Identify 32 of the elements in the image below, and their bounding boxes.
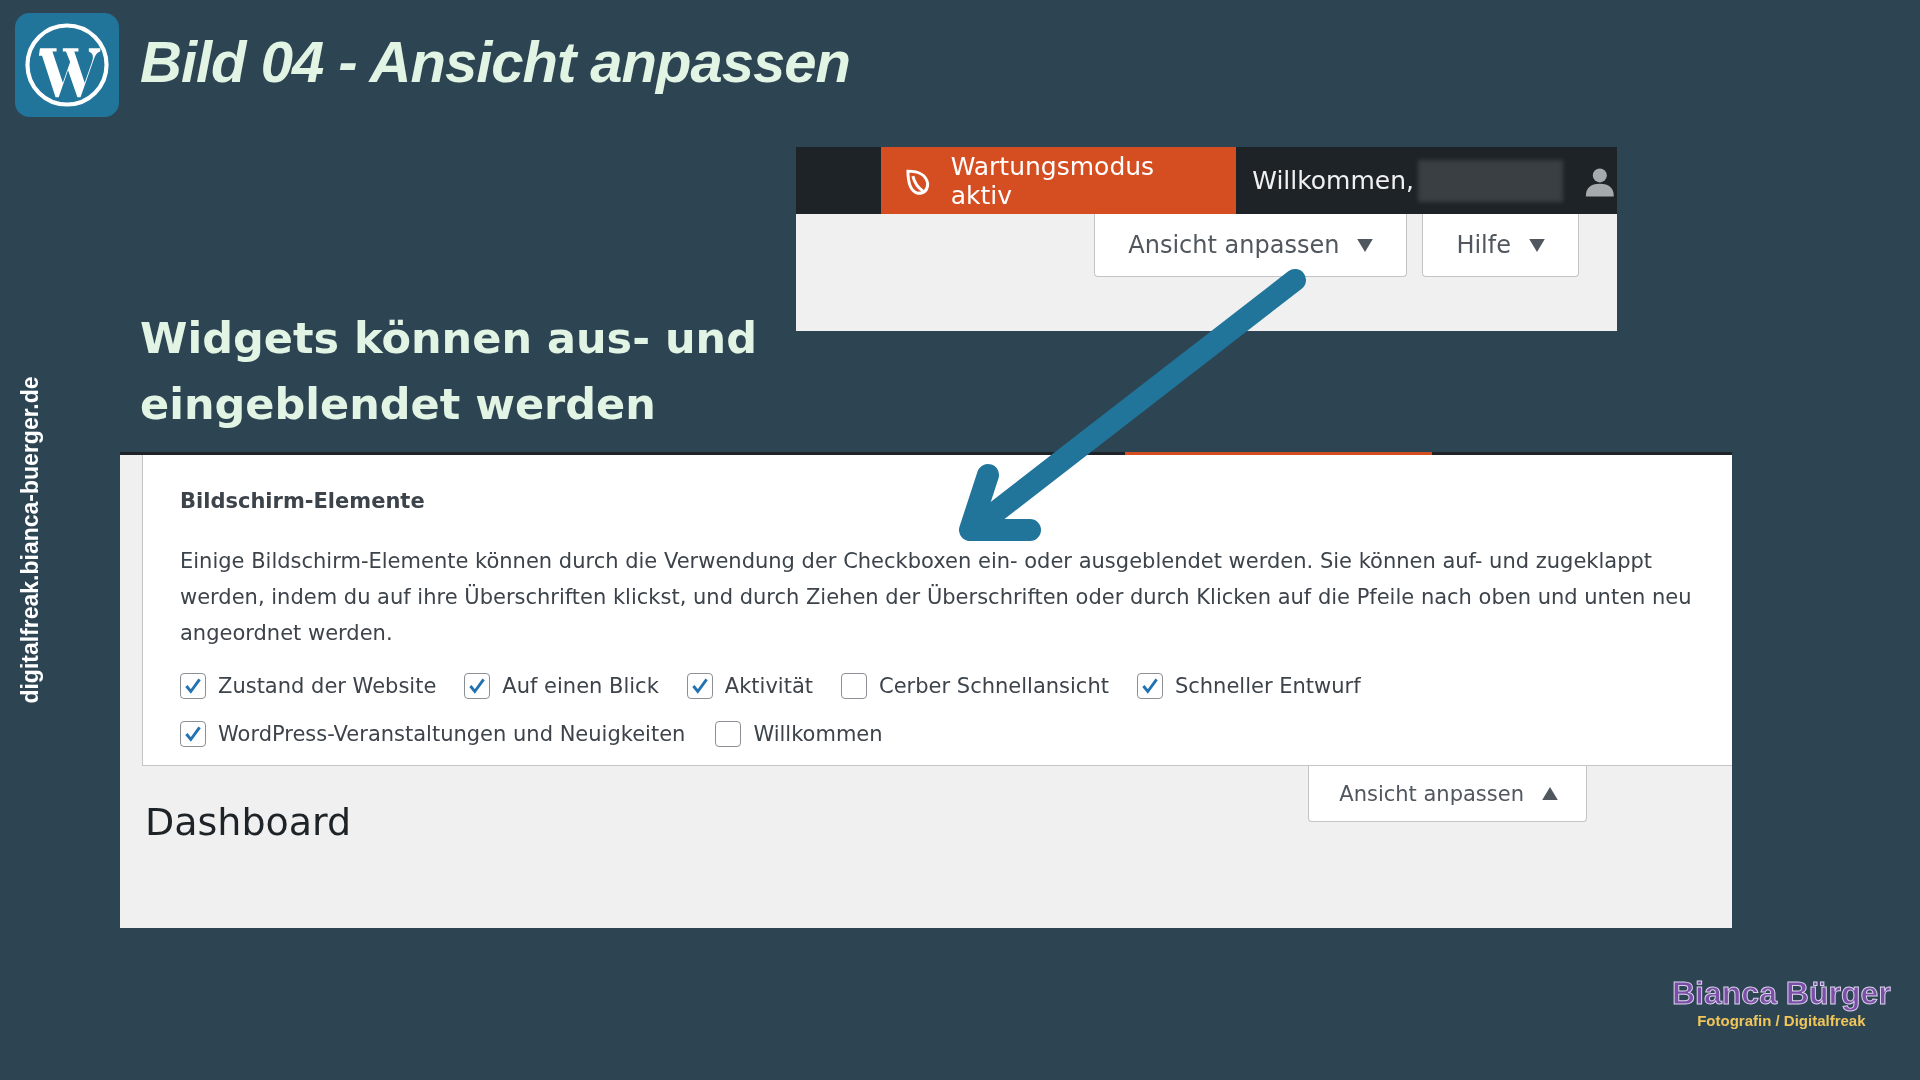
wordpress-logo-icon: [15, 13, 119, 117]
checkbox[interactable]: [715, 721, 742, 747]
caret-down-icon: [1357, 238, 1374, 252]
checkbox-label: Schneller Entwurf: [1174, 674, 1361, 698]
checkbox-label: Cerber Schnellansicht: [879, 674, 1109, 698]
caret-down-icon: [1529, 238, 1545, 252]
brand-tagline: Fotografin / Digitalfreak: [1697, 1012, 1866, 1029]
maintenance-label: Wartungsmodus aktiv: [950, 151, 1156, 210]
checkbox[interactable]: [686, 673, 713, 699]
panel-description: Einige Bildschirm-Elemente können durch die Verwendung der Checkboxen ein- oder ausgeblendet werden. Sie können auf- und zugeklappt werden, indem du auf ihre Überschriften klickst, und durch Ziehen der Überschriften oder durch Klicken auf die Pfeile nach oben und unten neu angeordnet werden.: [180, 548, 1693, 647]
welcome-text: Willkommen,: [1252, 166, 1414, 195]
brand-name: Bianca Bürger: [1672, 975, 1891, 1012]
screen-options-toggle-button[interactable]: Ansicht anpassen: [1308, 766, 1587, 822]
caption-text: Widgets können aus- und eingeblendet werden: [140, 312, 757, 431]
checkbox[interactable]: [1136, 673, 1163, 699]
checkbox-label: Auf einen Blick: [502, 674, 659, 698]
checkbox-label: WordPress-Veranstaltungen und Neuigkeiten: [218, 722, 686, 746]
page-title: Dashboard: [145, 800, 352, 844]
checkbox[interactable]: [841, 673, 868, 699]
maintenance-badge[interactable]: Wartungsmodus aktiv: [881, 147, 1237, 214]
checkbox-label: Zustand der Website: [218, 674, 437, 698]
checkbox[interactable]: [464, 673, 491, 699]
checkbox-label: Aktivität: [724, 674, 814, 698]
checkbox[interactable]: [180, 673, 206, 699]
slide-title: Bild 04 - Ansicht anpassen: [140, 28, 850, 95]
screen-tab-button[interactable]: Ansicht anpassen: [1094, 214, 1408, 277]
checkbox-label: Willkommen: [753, 722, 883, 746]
screen-tab-button[interactable]: Hilfe: [1422, 214, 1579, 277]
caret-up-icon: [1542, 787, 1558, 800]
website-url: digitalfreak.bianca-buerger.de: [16, 376, 44, 704]
checkbox[interactable]: [180, 721, 206, 747]
panel-heading: Bildschirm-Elemente: [180, 489, 426, 513]
